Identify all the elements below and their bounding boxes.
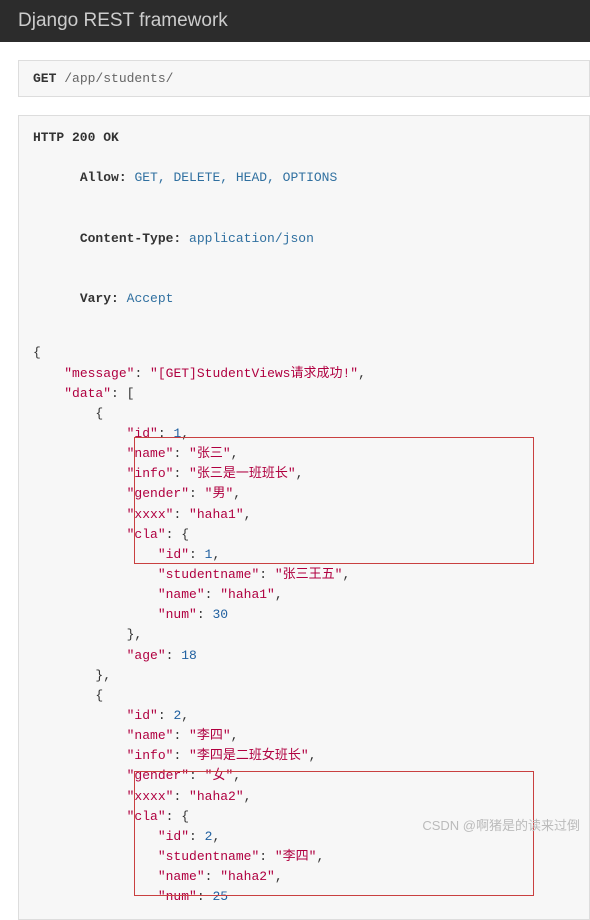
navbar: Django REST framework xyxy=(0,0,590,42)
watermark: CSDN @啊猪是的读来过倒 xyxy=(422,815,580,834)
vary-header-val: Accept xyxy=(127,291,174,306)
status-line: HTTP 200 OK xyxy=(33,128,575,148)
request-method: GET xyxy=(33,71,56,86)
allow-header-val: GET, DELETE, HEAD, OPTIONS xyxy=(134,170,337,185)
response-block: HTTP 200 OK Allow: GET, DELETE, HEAD, OP… xyxy=(18,115,590,920)
navbar-title[interactable]: Django REST framework xyxy=(18,10,228,31)
content-type-key: Content-Type: xyxy=(80,231,181,246)
request-path: /app/students/ xyxy=(64,71,173,86)
allow-header-key: Allow: xyxy=(80,170,127,185)
request-summary: GET /app/students/ xyxy=(18,60,590,97)
content-type-val: application/json xyxy=(189,231,314,246)
vary-header-key: Vary: xyxy=(80,291,119,306)
